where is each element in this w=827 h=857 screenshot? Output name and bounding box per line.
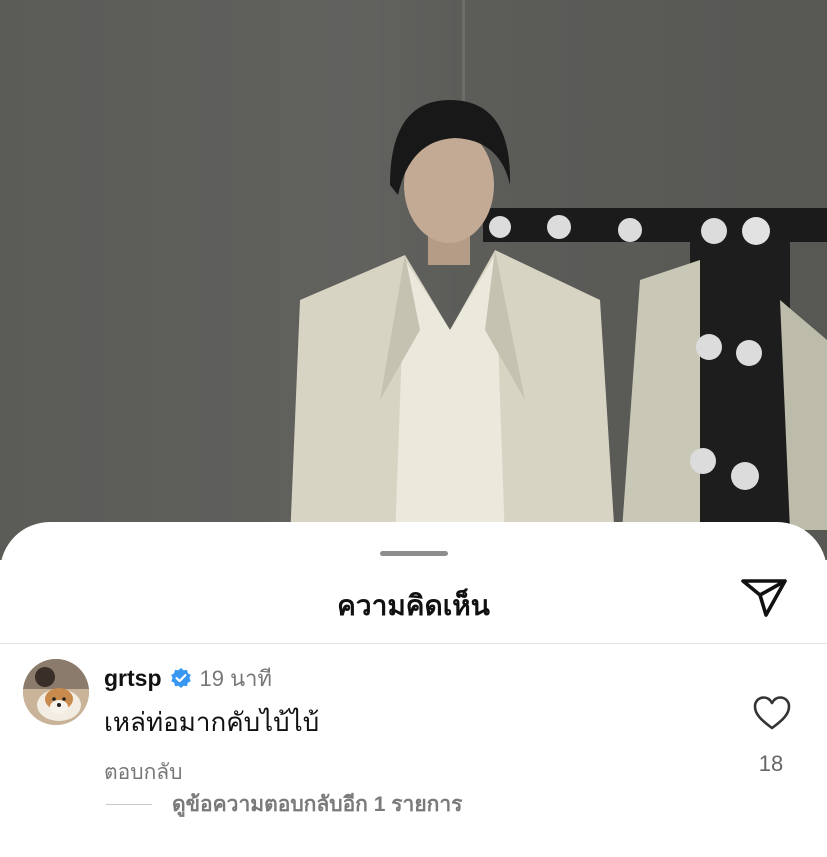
comment-header: grtsp 19 นาที [104,663,272,693]
like-count: 18 [758,751,784,776]
avatar-image [23,659,89,725]
view-replies-line [106,803,152,805]
view-replies-label: ดูข้อความตอบกลับอีก 1 รายการ [172,792,463,816]
screen: ความคิดเห็น grtsp 19 นาที เหล่ท่อมากคับไ… [0,0,827,857]
username[interactable]: grtsp [104,665,162,692]
reply-button[interactable]: ตอบกลับ [104,756,183,789]
like-button[interactable] [753,695,791,731]
send-icon [741,579,787,617]
sheet-grabber[interactable] [380,551,448,556]
post-photo [0,0,827,560]
comment-timestamp: 19 นาที [199,665,272,691]
send-button[interactable] [738,576,790,620]
post-photo-illustration [290,0,827,560]
view-replies-button[interactable]: ดูข้อความตอบกลับอีก 1 รายการ [106,790,462,818]
avatar[interactable] [23,659,89,725]
sheet-divider [0,643,827,644]
heart-icon [753,696,791,730]
verified-badge-icon [170,668,191,688]
comment-text: เหล่ท่อมากคับไบ้ไบ้ [104,707,320,737]
sheet-title: ความคิดเห็น [337,590,490,621]
comments-sheet: ความคิดเห็น grtsp 19 นาที เหล่ท่อมากคับไ… [0,522,827,857]
